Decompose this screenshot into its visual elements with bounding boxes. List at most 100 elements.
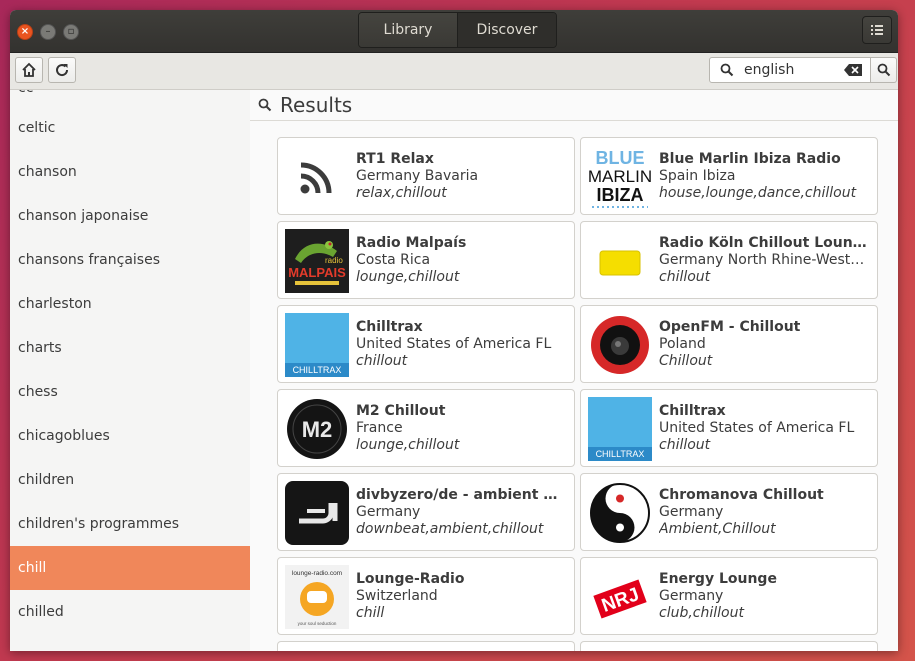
sidebar-item[interactable]: chicagoblues bbox=[10, 414, 250, 458]
search-button[interactable] bbox=[871, 57, 897, 83]
sidebar-item[interactable]: chanson bbox=[10, 150, 250, 194]
close-window-button[interactable]: × bbox=[17, 24, 33, 40]
app-window: × – ▫ Library Discover english celtic ch… bbox=[10, 10, 898, 651]
sidebar-item[interactable]: chansons françaises bbox=[10, 238, 250, 282]
divbyzero-logo bbox=[285, 481, 349, 545]
malpais-logo: radio MALPAIS bbox=[285, 229, 349, 293]
station-logo: lounge-radio.com your soul seduction bbox=[285, 565, 349, 629]
station-card[interactable]: NRJ Energy Lounge Germany club,chillout bbox=[580, 557, 878, 635]
sidebar-item[interactable]: children's programmes bbox=[10, 502, 250, 546]
station-card[interactable]: CHILLTRAX Chilltrax United States of Ame… bbox=[580, 389, 878, 467]
station-tags: chillout bbox=[356, 353, 408, 369]
sidebar-item[interactable]: celtic bbox=[10, 106, 250, 150]
station-name: Energy Lounge bbox=[659, 571, 777, 587]
logo-text: radio bbox=[325, 256, 343, 265]
results-header: Results bbox=[250, 90, 898, 121]
station-card[interactable]: CHILLTRAX Chilltrax United States of Ame… bbox=[277, 305, 575, 383]
station-card[interactable]: BLUE MARLIN IBIZA Blue Marlin Ibiza Radi… bbox=[580, 137, 878, 215]
tab-discover[interactable]: Discover bbox=[457, 13, 556, 47]
search-box bbox=[709, 57, 871, 83]
logo-text: your soul seduction bbox=[298, 621, 337, 626]
clear-icon[interactable] bbox=[844, 64, 862, 76]
sidebar-item[interactable]: chess bbox=[10, 370, 250, 414]
station-tags: chillout bbox=[659, 437, 711, 453]
logo-text: MARLIN bbox=[588, 167, 652, 186]
station-tags: relax,chillout bbox=[356, 185, 447, 201]
station-location: United States of America FL bbox=[356, 336, 552, 352]
sidebar-item[interactable]: children bbox=[10, 458, 250, 502]
station-tags: chillout bbox=[659, 269, 711, 285]
refresh-icon bbox=[56, 64, 69, 77]
station-logo: BLUE MARLIN IBIZA bbox=[588, 145, 652, 209]
sidebar-item[interactable]: chilled bbox=[10, 590, 250, 634]
station-card-partial[interactable] bbox=[580, 641, 878, 651]
maximize-window-button[interactable]: ▫ bbox=[63, 24, 79, 40]
station-tags: Ambient,Chillout bbox=[659, 521, 776, 537]
station-logo bbox=[588, 481, 652, 545]
sidebar-item-partial[interactable]: cc bbox=[18, 90, 33, 96]
nrj-logo: NRJ bbox=[588, 565, 652, 629]
station-card-partial[interactable] bbox=[277, 641, 575, 651]
station-tags: Chillout bbox=[659, 353, 713, 369]
home-button[interactable] bbox=[15, 57, 43, 83]
station-name: divbyzero/de - ambient & chillout bbox=[356, 487, 568, 503]
station-logo bbox=[285, 481, 349, 545]
station-name: RT1 Relax bbox=[356, 151, 434, 167]
yellow-box-logo bbox=[599, 250, 641, 276]
logo-text: lounge-radio.com bbox=[292, 570, 342, 577]
station-logo bbox=[588, 229, 652, 293]
menu-button[interactable] bbox=[862, 16, 892, 44]
station-location: Germany bbox=[356, 504, 421, 520]
station-name: OpenFM - Chillout bbox=[659, 319, 801, 335]
logo-text: CHILLTRAX bbox=[596, 449, 645, 459]
tab-library[interactable]: Library bbox=[359, 13, 457, 47]
toolbar bbox=[10, 53, 898, 90]
chilltrax-logo: CHILLTRAX bbox=[588, 397, 652, 461]
station-card[interactable]: M2 M2 Chillout France lounge,chillout bbox=[277, 389, 575, 467]
sidebar-item[interactable]: charts bbox=[10, 326, 250, 370]
station-tags: downbeat,ambient,chillout bbox=[356, 521, 544, 537]
station-tags: lounge,chillout bbox=[356, 269, 460, 285]
station-tags: lounge,chillout bbox=[356, 437, 460, 453]
station-tags: club,chillout bbox=[659, 605, 744, 621]
station-tags: house,lounge,dance,chillout bbox=[659, 185, 857, 201]
station-card[interactable]: OpenFM - Chillout Poland Chillout bbox=[580, 305, 878, 383]
yin-yang-logo bbox=[590, 483, 650, 543]
station-card[interactable]: lounge-radio.com your soul seduction Lou… bbox=[277, 557, 575, 635]
station-card[interactable]: radio MALPAIS Radio Malpaís Costa Rica l… bbox=[277, 221, 575, 299]
station-tags: chill bbox=[356, 605, 385, 621]
m2-logo: M2 bbox=[287, 399, 347, 459]
minimize-window-button[interactable]: – bbox=[40, 24, 56, 40]
station-card[interactable]: Chromanova Chillout Germany Ambient,Chil… bbox=[580, 473, 878, 551]
titlebar: × – ▫ Library Discover bbox=[10, 10, 898, 53]
station-name: Radio Köln Chillout Lounge bbox=[659, 235, 871, 251]
sidebar-item[interactable]: chanson japonaise bbox=[10, 194, 250, 238]
station-location: Poland bbox=[659, 336, 706, 352]
station-logo: CHILLTRAX bbox=[588, 397, 652, 461]
sidebar-item[interactable]: charleston bbox=[10, 282, 250, 326]
station-location: Germany North Rhine-Westphalia bbox=[659, 252, 871, 268]
results-title: Results bbox=[280, 93, 353, 117]
refresh-button[interactable] bbox=[48, 57, 76, 83]
results-pane: Results RT1 Relax Germany Bavaria relax,… bbox=[250, 90, 898, 651]
station-location: United States of America FL bbox=[659, 420, 855, 436]
station-card[interactable]: RT1 Relax Germany Bavaria relax,chillout bbox=[277, 137, 575, 215]
station-card[interactable]: Radio Köln Chillout Lounge Germany North… bbox=[580, 221, 878, 299]
blue-marlin-logo: BLUE MARLIN IBIZA bbox=[588, 148, 652, 208]
station-logo bbox=[588, 313, 652, 377]
rss-icon bbox=[300, 162, 332, 194]
station-location: Switzerland bbox=[356, 588, 438, 604]
station-logo bbox=[285, 145, 349, 209]
station-name: Radio Malpaís bbox=[356, 235, 467, 251]
station-name: M2 Chillout bbox=[356, 403, 446, 419]
logo-text: M2 bbox=[302, 417, 333, 442]
sidebar-item-selected[interactable]: chill bbox=[10, 546, 250, 590]
view-switcher: Library Discover bbox=[358, 12, 557, 48]
station-location: Germany Bavaria bbox=[356, 168, 479, 184]
station-card[interactable]: divbyzero/de - ambient & chillout German… bbox=[277, 473, 575, 551]
station-location: Germany bbox=[659, 504, 724, 520]
station-name: Chilltrax bbox=[659, 403, 726, 419]
station-name: Blue Marlin Ibiza Radio bbox=[659, 151, 841, 167]
openfm-logo bbox=[591, 316, 649, 374]
search-input[interactable] bbox=[744, 61, 840, 79]
